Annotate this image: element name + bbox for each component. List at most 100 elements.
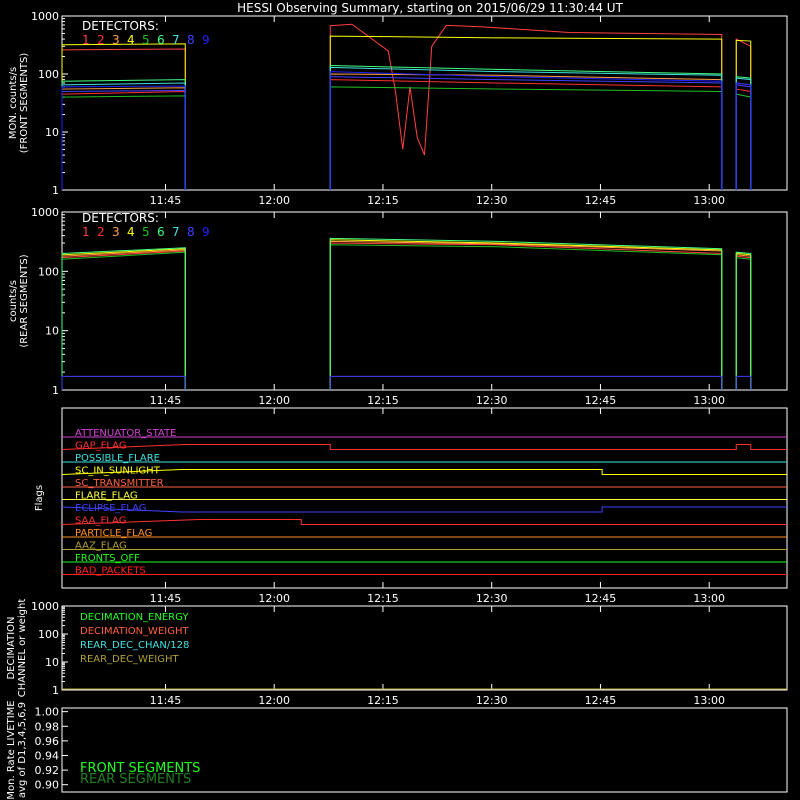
y-tick-label: 1 xyxy=(52,384,59,397)
x-tick-label: 12:30 xyxy=(476,394,508,407)
front-legend-number: 9 xyxy=(202,33,210,47)
y-tick-label: 100 xyxy=(38,68,59,81)
x-tick-label: 12:00 xyxy=(258,592,290,605)
livetime-ylabel-line: avg of D1,3,4,5,6,9 xyxy=(17,702,28,798)
front-legend-number: 1 xyxy=(82,33,90,47)
front-panel-frame xyxy=(61,15,788,191)
rear-legend-number: 7 xyxy=(172,225,180,239)
rear-series-line xyxy=(61,239,752,390)
front-series-line xyxy=(61,65,752,190)
decimation-ylabel: DECIMATION CHANNEL or weight xyxy=(6,599,28,698)
y-tick-label: 10 xyxy=(45,126,59,139)
y-tick-label: 0.94 xyxy=(35,749,60,762)
x-tick-label: 12:15 xyxy=(367,592,399,605)
rear-series-line xyxy=(61,244,752,390)
y-tick-label: 10 xyxy=(45,325,59,338)
x-tick-label: 12:00 xyxy=(258,694,290,707)
x-tick-label: 12:00 xyxy=(258,194,290,207)
y-tick-label: 0.90 xyxy=(35,779,60,792)
flags-ylabel: Flags xyxy=(34,485,45,511)
front-series-line xyxy=(61,71,752,190)
front-ylabel-line: MON. counts/s xyxy=(8,67,19,139)
rear-legend-number: 6 xyxy=(157,225,165,239)
front-legend-number: 3 xyxy=(112,33,120,47)
x-tick-label: 12:00 xyxy=(258,394,290,407)
x-tick-label: 11:45 xyxy=(150,592,182,605)
rear-ylabel-line: (REAR SEGMENTS) xyxy=(19,254,30,347)
flag-label: SAA_FLAG xyxy=(75,516,126,527)
y-tick-label: 0.92 xyxy=(35,764,60,777)
rear-ylabel: counts/s (REAR SEGMENTS) xyxy=(8,254,30,347)
front-legend-number: 2 xyxy=(97,33,105,47)
x-tick-label: 12:45 xyxy=(585,592,617,605)
rear-legend-number: 2 xyxy=(97,225,105,239)
x-tick-label: 13:00 xyxy=(693,592,725,605)
x-tick-label: 11:45 xyxy=(150,394,182,407)
front-ylabel-line: (FRONT SEGMENTS) xyxy=(19,53,30,154)
rear-legend-number: 5 xyxy=(142,225,150,239)
front-legend-number: 8 xyxy=(187,33,195,47)
x-tick-label: 11:45 xyxy=(150,194,182,207)
x-tick-label: 12:45 xyxy=(585,694,617,707)
hessi-summary-figure: HESSI Observing Summary, starting on 201… xyxy=(6,1,788,800)
y-tick-label: 0.98 xyxy=(35,720,60,733)
x-tick-label: 12:45 xyxy=(585,194,617,207)
y-tick-label: 1000 xyxy=(31,206,59,219)
decimation-legend-entry: DECIMATION_ENERGY xyxy=(80,612,189,623)
front-ylabel: MON. counts/s (FRONT SEGMENTS) xyxy=(8,53,30,154)
y-tick-label: 0.96 xyxy=(35,735,60,748)
front-legend-number: 7 xyxy=(172,33,180,47)
y-tick-label: 1000 xyxy=(31,600,59,613)
decimation-legend-entry: REAR_DEC_CHAN/128 xyxy=(80,640,189,651)
flag-line xyxy=(61,506,787,513)
rear-legend-title: DETECTORS: xyxy=(82,211,159,225)
flag-label: GAP_FLAG xyxy=(75,441,127,452)
y-tick-label: 100 xyxy=(38,265,59,278)
flag-line xyxy=(61,519,787,525)
rear-legend-number: 9 xyxy=(202,225,210,239)
x-tick-label: 11:45 xyxy=(150,694,182,707)
x-tick-label: 12:15 xyxy=(367,694,399,707)
front-legend-number: 4 xyxy=(127,33,135,47)
front-legend-title: DETECTORS: xyxy=(82,19,159,33)
decimation-ylabel-line: CHANNEL or weight xyxy=(17,599,28,698)
front-series-line xyxy=(61,35,752,190)
y-tick-label: 1.00 xyxy=(35,706,60,719)
decimation-legend-entry: DECIMATION_WEIGHT xyxy=(80,626,189,637)
flag-label: ECLIPSE_FLAG xyxy=(75,503,146,514)
livetime-ylabel: Mon. Rate LIVETIME avg of D1,3,4,5,6,9 xyxy=(6,700,28,799)
y-tick-label: 10 xyxy=(45,656,59,669)
x-tick-label: 12:45 xyxy=(585,394,617,407)
front-legend-number: 6 xyxy=(157,33,165,47)
livetime-legend-entry: REAR SEGMENTS xyxy=(80,772,191,787)
rear-legend-number: 4 xyxy=(127,225,135,239)
front-legend-number: 5 xyxy=(142,33,150,47)
x-tick-label: 13:00 xyxy=(693,694,725,707)
y-tick-label: 1 xyxy=(52,184,59,197)
rear-series-line xyxy=(61,242,752,390)
flag-line xyxy=(61,444,787,450)
front-series-line xyxy=(61,86,752,190)
front-series-line xyxy=(61,23,752,190)
rear-series-line xyxy=(61,237,752,390)
decimation-ylabel-line: DECIMATION xyxy=(6,616,17,679)
rear-legend-number: 1 xyxy=(82,225,90,239)
x-tick-label: 12:30 xyxy=(476,194,508,207)
front-series-line xyxy=(61,76,752,190)
y-tick-label: 100 xyxy=(38,628,59,641)
x-tick-label: 12:15 xyxy=(367,194,399,207)
flag-line xyxy=(61,469,787,475)
x-tick-label: 13:00 xyxy=(693,394,725,407)
x-tick-label: 12:30 xyxy=(476,592,508,605)
decimation-legend-entry: REAR_DEC_WEIGHT xyxy=(80,654,179,665)
x-tick-label: 12:30 xyxy=(476,694,508,707)
rear-legend-number: 8 xyxy=(187,225,195,239)
rear-panel-frame xyxy=(61,211,788,391)
rear-ylabel-line: counts/s xyxy=(8,280,19,322)
x-tick-label: 13:00 xyxy=(693,194,725,207)
rear-series-line xyxy=(61,240,752,390)
rear-legend-number: 3 xyxy=(112,225,120,239)
figure-title: HESSI Observing Summary, starting on 201… xyxy=(237,1,623,15)
y-tick-label: 1 xyxy=(52,684,59,697)
livetime-ylabel-line: Mon. Rate LIVETIME xyxy=(6,700,17,799)
